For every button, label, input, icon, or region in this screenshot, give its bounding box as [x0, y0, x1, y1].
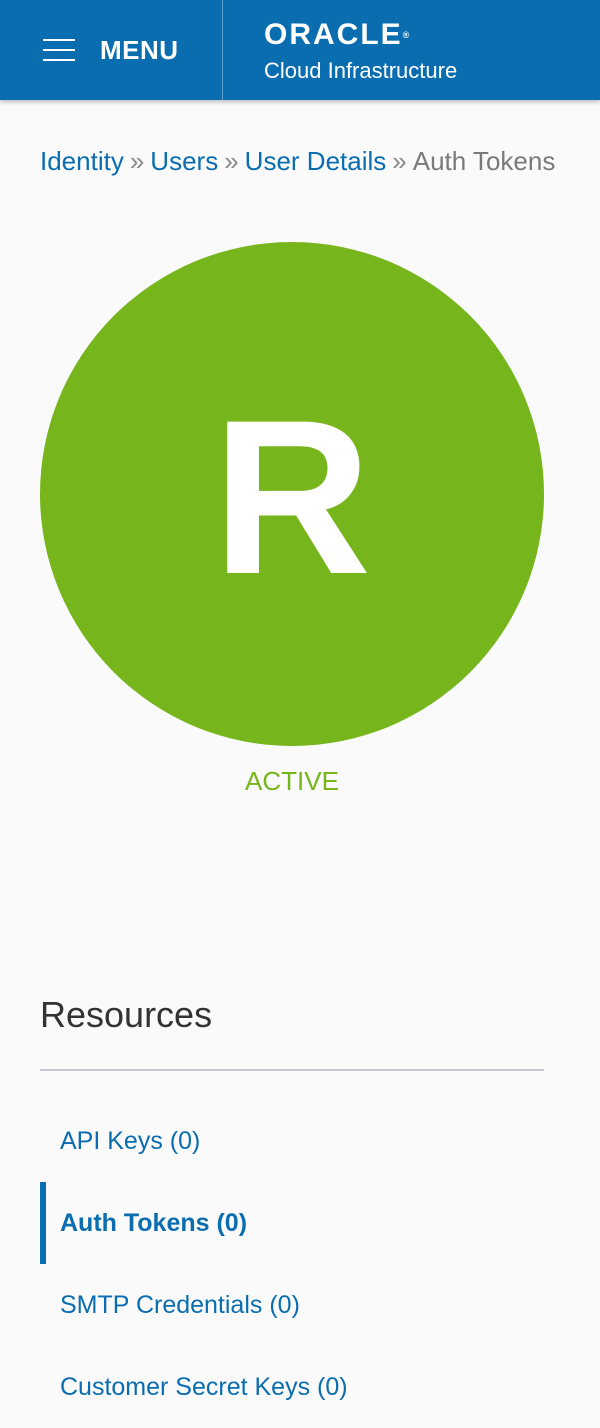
top-bar: MENU ORACLE® Cloud Infrastructure [0, 0, 600, 100]
menu-button[interactable]: MENU [0, 0, 222, 100]
resource-item-smtp-credentials[interactable]: SMTP Credentials (0) [40, 1264, 560, 1346]
user-status-badge: ACTIVE [245, 766, 339, 796]
breadcrumb-separator: » [392, 146, 407, 176]
hamburger-menu-icon [43, 39, 75, 61]
avatar-initial: R [212, 374, 372, 620]
resources-list: API Keys (0) Auth Tokens (0) SMTP Creden… [40, 1100, 560, 1428]
resources-heading: Resources [40, 994, 213, 1035]
resources-divider [40, 1069, 544, 1071]
resource-item-customer-secret-keys[interactable]: Customer Secret Keys (0) [40, 1346, 560, 1428]
oracle-wordmark: ORACLE® [264, 18, 410, 51]
resource-item-api-keys[interactable]: API Keys (0) [40, 1100, 560, 1182]
breadcrumb-current: Auth Tokens [412, 146, 556, 176]
breadcrumb-users[interactable]: Users [150, 146, 218, 176]
breadcrumb-separator: » [224, 146, 239, 176]
breadcrumb-identity[interactable]: Identity [40, 146, 124, 176]
topbar-divider [222, 0, 223, 100]
resource-item-auth-tokens[interactable]: Auth Tokens (0) [40, 1182, 560, 1264]
oracle-cloud-logo[interactable]: ORACLE® Cloud Infrastructure [264, 18, 564, 88]
breadcrumb: Identity» Users» User Details» Auth Tokens [40, 145, 600, 177]
brand-subtitle: Cloud Infrastructure [264, 58, 458, 83]
menu-label: MENU [100, 35, 179, 65]
breadcrumb-separator: » [129, 146, 145, 176]
breadcrumb-user-details[interactable]: User Details [245, 146, 387, 176]
user-avatar: R [40, 242, 544, 746]
